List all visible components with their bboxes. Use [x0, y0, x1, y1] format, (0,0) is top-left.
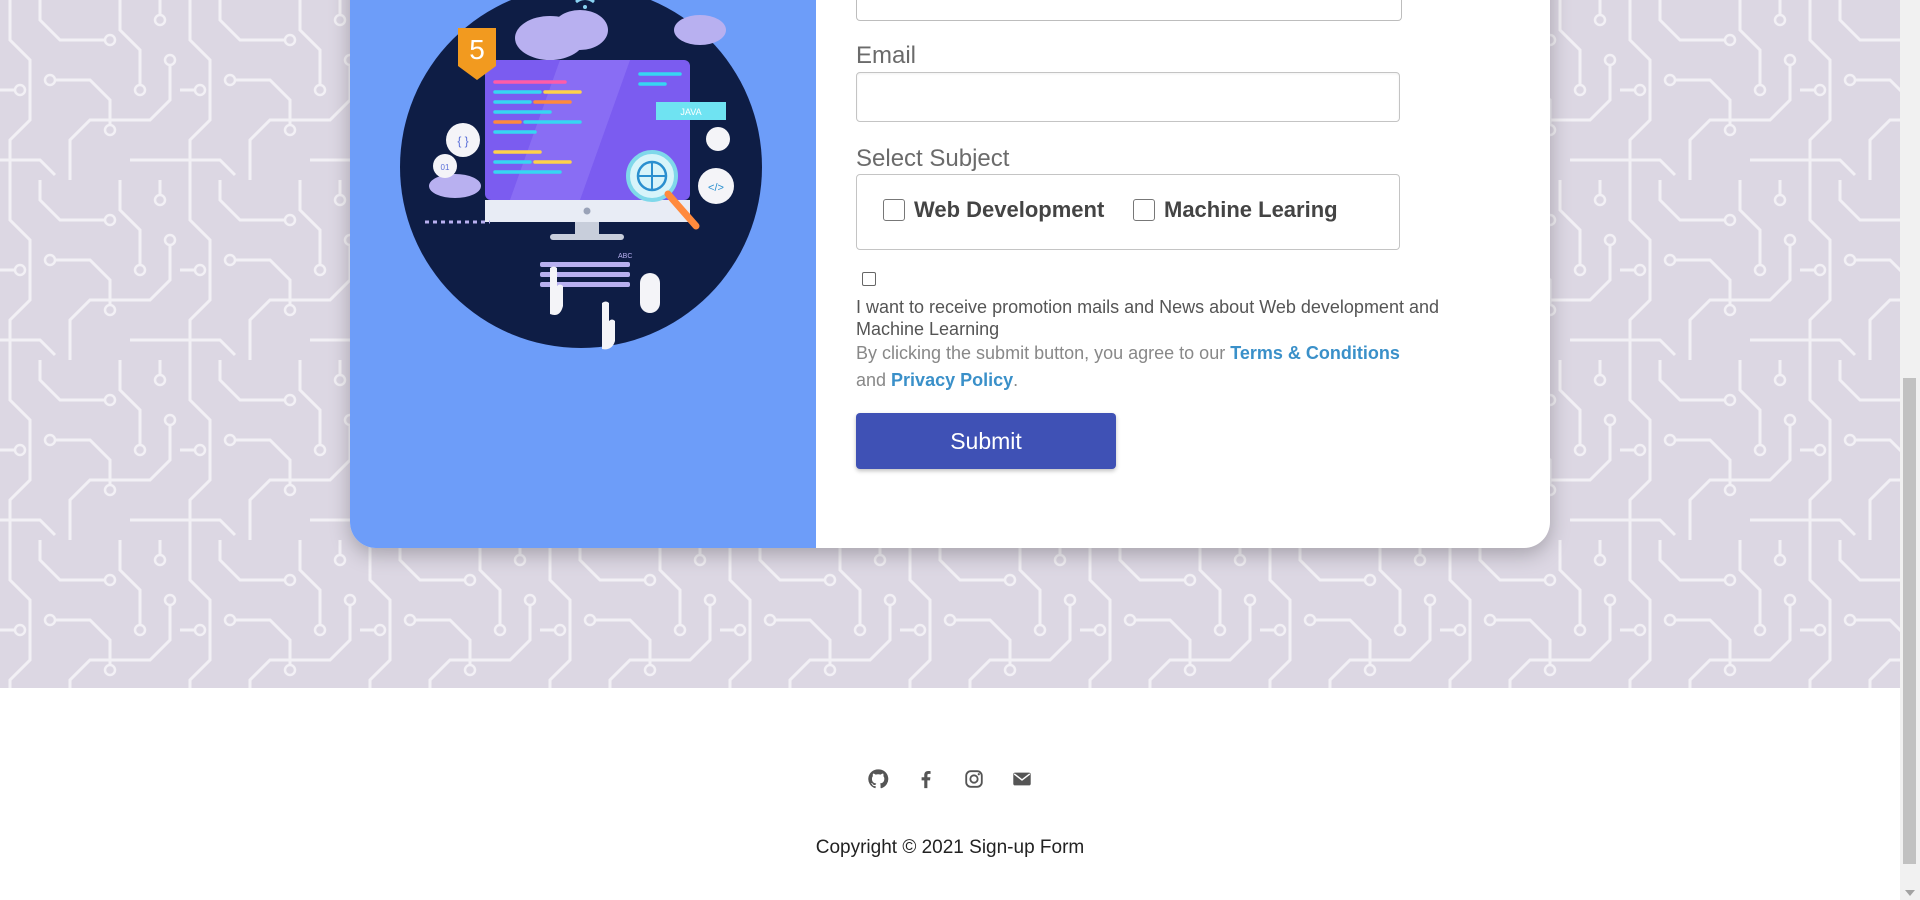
promo-checkbox[interactable] [862, 272, 876, 286]
name-input[interactable] [856, 0, 1402, 21]
scroll-down-arrow-icon[interactable] [1905, 890, 1915, 896]
terms-link[interactable]: Terms & Conditions [1230, 343, 1400, 363]
subject-options: Web Development Machine Learing [856, 174, 1400, 250]
svg-text:01: 01 [441, 163, 450, 172]
terms-suffix: . [1013, 370, 1019, 390]
social-links [0, 768, 1900, 790]
web-development-label: Web Development [914, 197, 1105, 222]
scrollbar[interactable] [1900, 0, 1920, 900]
terms-and: and [856, 370, 892, 390]
svg-text:</>: </> [708, 182, 724, 194]
email-label: Email [856, 42, 917, 69]
privacy-link[interactable]: Privacy Policy [891, 370, 1013, 390]
facebook-icon[interactable] [915, 768, 937, 790]
developer-illustration: JAVA { } 01 </> 5 ABC [400, 0, 762, 350]
svg-text:ABC: ABC [618, 253, 632, 260]
svg-text:JAVA: JAVA [680, 107, 701, 117]
terms-prefix: By clicking the submit button, you agree… [856, 343, 1231, 363]
email-icon[interactable] [1011, 768, 1033, 790]
subject-web-development[interactable]: Web Development [883, 197, 1104, 223]
svg-text:{ }: { } [457, 134, 468, 148]
subject-machine-learning[interactable]: Machine Learing [1133, 197, 1338, 223]
illustration-panel: JAVA { } 01 </> 5 ABC [350, 0, 816, 548]
terms-text: By clicking the submit button, you agree… [856, 340, 1416, 394]
email-field[interactable] [856, 72, 1400, 122]
form-panel: Email Select Subject Web Development Mac… [816, 0, 1550, 548]
subject-label: Select Subject [856, 145, 1010, 172]
submit-button[interactable]: Submit [856, 413, 1116, 469]
machine-learning-label: Machine Learing [1164, 197, 1338, 222]
scrollbar-thumb[interactable] [1903, 378, 1916, 864]
copyright-text: Copyright © 2021 Sign-up Form [815, 837, 1085, 858]
github-icon[interactable] [867, 768, 889, 790]
machine-learning-checkbox[interactable] [1133, 199, 1155, 221]
instagram-icon[interactable] [963, 768, 985, 790]
web-development-checkbox[interactable] [883, 199, 905, 221]
promo-text: I want to receive promotion mails and Ne… [856, 297, 1439, 339]
svg-text:5: 5 [469, 34, 485, 65]
signup-card: JAVA { } 01 </> 5 ABC Email Select Subje… [350, 0, 1550, 548]
